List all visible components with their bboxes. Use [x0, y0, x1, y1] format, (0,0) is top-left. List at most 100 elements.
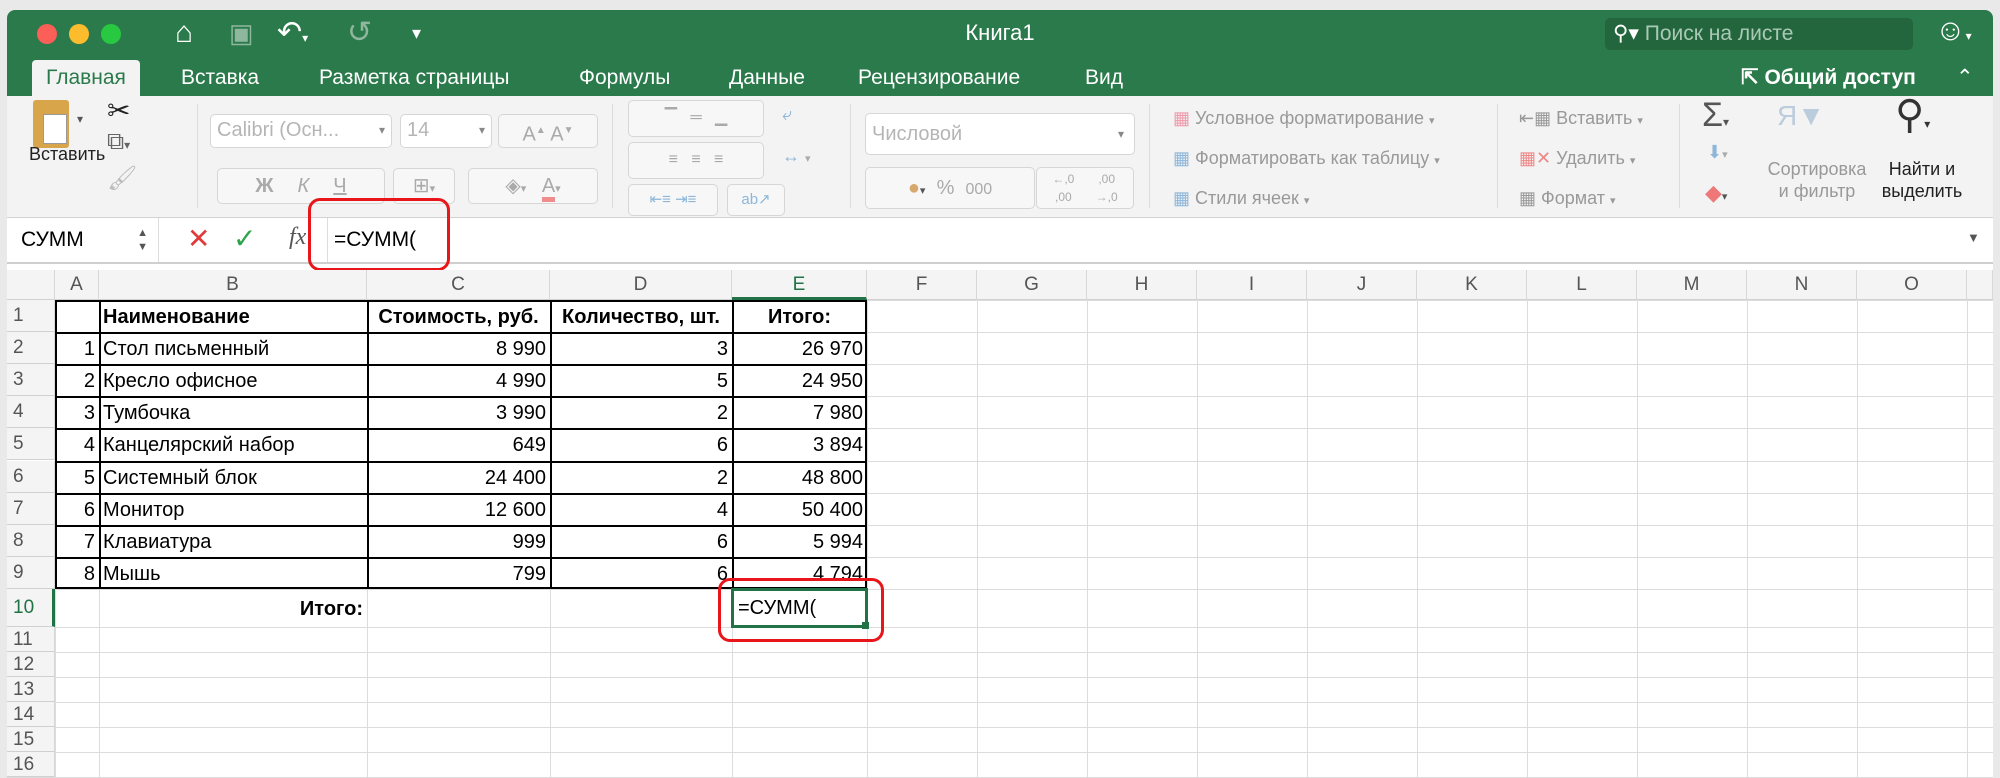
- paste-label[interactable]: Вставить: [29, 144, 105, 165]
- font-size-select[interactable]: 14 ▾: [400, 114, 492, 148]
- row-header-10[interactable]: 10: [7, 588, 55, 627]
- find-magnifier-icon[interactable]: ⚲▾: [1895, 92, 1930, 138]
- table-cell-C8[interactable]: 999: [367, 526, 550, 558]
- table-cell-D6[interactable]: 2: [550, 462, 732, 494]
- copy-icon[interactable]: ⧉▾: [107, 128, 130, 156]
- table-cell-A5[interactable]: 4: [55, 429, 99, 461]
- delete-cells-button[interactable]: ▦✕ Удалить ▾: [1519, 148, 1635, 169]
- table-cell-C7[interactable]: 12 600: [367, 494, 550, 526]
- cut-icon[interactable]: ✂: [107, 94, 130, 127]
- search-sheet-input[interactable]: ⚲▾ Поиск на листе: [1605, 18, 1913, 50]
- table-cell-C6[interactable]: 24 400: [367, 462, 550, 494]
- tab-page-layout[interactable]: Разметка страницы: [305, 60, 524, 96]
- table-cell-B6[interactable]: Системный блок: [99, 462, 367, 494]
- name-box-stepper-icon[interactable]: ▲ ▼: [137, 218, 148, 254]
- row-header-11[interactable]: 11: [7, 626, 55, 652]
- font-name-select[interactable]: Calibri (Осн... ▾: [210, 114, 392, 148]
- font-size-grow-shrink-buttons[interactable]: A▲ A▼: [498, 114, 598, 148]
- indent-buttons[interactable]: ⇤≡ ⇥≡: [628, 184, 718, 216]
- fill-icon[interactable]: ⬇▾: [1707, 142, 1728, 163]
- table-cell-D5[interactable]: 6: [550, 429, 732, 461]
- column-header-E[interactable]: E: [732, 270, 867, 300]
- table-cell-C2[interactable]: 8 990: [367, 333, 550, 365]
- column-header-D[interactable]: D: [550, 270, 732, 300]
- tab-review[interactable]: Рецензирование: [844, 60, 1034, 96]
- header-cell-E[interactable]: Итого:: [732, 301, 867, 333]
- column-header-C[interactable]: C: [367, 270, 550, 300]
- format-painter-icon[interactable]: 🖌: [107, 164, 137, 193]
- spreadsheet-grid[interactable]: A B C D E F G H I J K L M N O 1 2 3 4 5 6 7 8 9 10 11 12 13 14 15 16 На…: [7, 270, 1993, 778]
- tab-formulas[interactable]: Формулы: [565, 60, 684, 96]
- currency-percent-buttons[interactable]: ●▾ % 000: [865, 167, 1035, 209]
- column-header-B[interactable]: B: [99, 270, 367, 300]
- insert-function-icon[interactable]: fx: [289, 224, 306, 251]
- tab-data[interactable]: Данные: [715, 60, 819, 96]
- column-header-K[interactable]: K: [1417, 270, 1527, 300]
- table-cell-B7[interactable]: Монитор: [99, 494, 367, 526]
- header-cell-D[interactable]: Количество, шт.: [550, 301, 732, 333]
- sort-filter-icon[interactable]: Я▼: [1777, 100, 1825, 132]
- column-header[interactable]: [1967, 270, 1993, 300]
- table-cell-D7[interactable]: 4: [550, 494, 732, 526]
- table-cell-A8[interactable]: 7: [55, 526, 99, 558]
- merge-cells-icon[interactable]: ↔ ▾: [782, 146, 811, 167]
- format-cells-button[interactable]: ▦ Формат ▾: [1519, 188, 1616, 209]
- column-header-N[interactable]: N: [1747, 270, 1857, 300]
- italic-button[interactable]: К: [297, 175, 309, 197]
- underline-button[interactable]: Ч: [333, 175, 346, 197]
- row-header-8[interactable]: 8: [7, 524, 55, 557]
- decimal-buttons[interactable]: ←,0 ,00 ,00 →,0: [1036, 167, 1134, 209]
- table-cell-D2[interactable]: 3: [550, 333, 732, 365]
- table-cell-B8[interactable]: Клавиатура: [99, 526, 367, 558]
- row-header-2[interactable]: 2: [7, 332, 55, 365]
- table-cell-E2[interactable]: 26 970: [732, 333, 867, 365]
- tab-insert[interactable]: Вставка: [167, 60, 273, 96]
- table-cell-D3[interactable]: 5: [550, 365, 732, 397]
- confirm-entry-icon[interactable]: ✓: [233, 222, 256, 255]
- table-cell-D4[interactable]: 2: [550, 397, 732, 429]
- table-cell-B3[interactable]: Кресло офисное: [99, 365, 367, 397]
- table-cell-B2[interactable]: Стол письменный: [99, 333, 367, 365]
- tab-home[interactable]: Главная: [32, 60, 140, 96]
- name-box[interactable]: СУММ ▲ ▼: [7, 218, 159, 262]
- header-cell-C[interactable]: Стоимость, руб.: [367, 301, 550, 333]
- paste-dropdown-icon[interactable]: ▾: [77, 112, 83, 126]
- table-cell-E7[interactable]: 50 400: [732, 494, 867, 526]
- number-format-select[interactable]: Числовой ▾: [865, 113, 1135, 155]
- row-header-14[interactable]: 14: [7, 701, 55, 727]
- total-label-cell[interactable]: Итого:: [99, 590, 367, 628]
- table-cell-A6[interactable]: 5: [55, 462, 99, 494]
- select-all-corner[interactable]: [7, 270, 55, 300]
- fill-and-font-color-buttons[interactable]: ◈▾ A▾: [468, 168, 598, 204]
- table-cell-A9[interactable]: 8: [55, 558, 99, 590]
- percent-button[interactable]: %: [937, 177, 955, 199]
- column-header-G[interactable]: G: [977, 270, 1087, 300]
- cancel-entry-icon[interactable]: ✕: [187, 222, 210, 255]
- formula-input[interactable]: =СУММ(: [327, 218, 1957, 262]
- clear-eraser-icon[interactable]: ◆▾: [1705, 180, 1727, 206]
- column-header-J[interactable]: J: [1307, 270, 1417, 300]
- column-header-I[interactable]: I: [1197, 270, 1307, 300]
- decrease-decimal-button[interactable]: ,00 →,0: [1087, 170, 1127, 206]
- smiley-feedback-icon[interactable]: ☺▾: [1935, 14, 1972, 53]
- increase-decimal-button[interactable]: ←,0 ,00: [1043, 170, 1083, 206]
- wrap-text-icon[interactable]: ⤶: [782, 104, 792, 125]
- header-cell-B[interactable]: Наименование: [99, 301, 367, 333]
- table-cell-A2[interactable]: 1: [55, 333, 99, 365]
- table-cell-B9[interactable]: Мышь: [99, 558, 367, 590]
- cell-styles-button[interactable]: ▦ Стили ячеек ▾: [1173, 188, 1309, 209]
- orientation-button[interactable]: ab↗: [727, 184, 785, 216]
- autosum-icon[interactable]: Σ▾: [1702, 96, 1729, 135]
- paste-icon[interactable]: [33, 100, 69, 148]
- table-cell-B5[interactable]: Канцелярский набор: [99, 429, 367, 461]
- collapse-ribbon-icon[interactable]: ⌃: [1942, 60, 1988, 96]
- conditional-formatting-button[interactable]: ▦ Условное форматирование ▾: [1173, 108, 1435, 129]
- table-cell-A4[interactable]: 3: [55, 397, 99, 429]
- row-header-7[interactable]: 7: [7, 492, 55, 525]
- thousands-button[interactable]: 000: [965, 181, 992, 198]
- row-header-3[interactable]: 3: [7, 364, 55, 397]
- table-cell-E6[interactable]: 48 800: [732, 462, 867, 494]
- sort-filter-button[interactable]: Сортировка и фильтр: [1762, 158, 1872, 202]
- table-cell-D8[interactable]: 6: [550, 526, 732, 558]
- table-cell-C5[interactable]: 649: [367, 429, 550, 461]
